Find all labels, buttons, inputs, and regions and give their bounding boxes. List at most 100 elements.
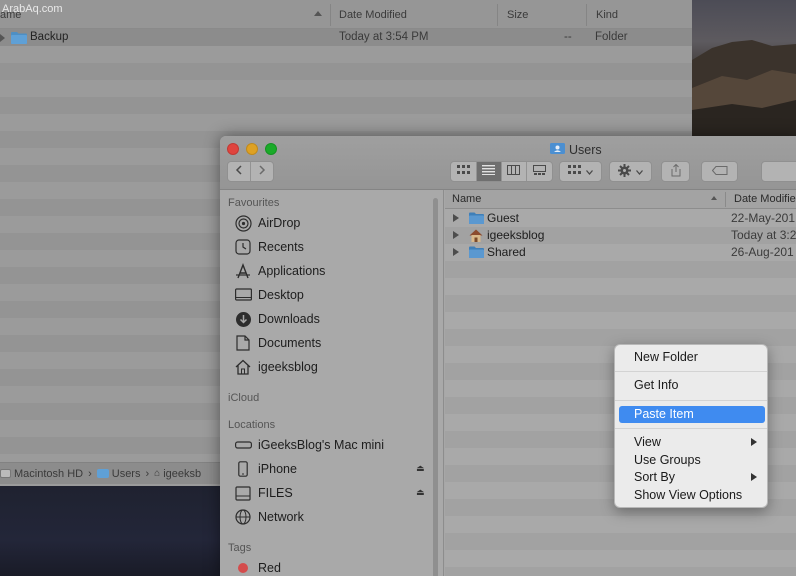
menu-item-get-info[interactable]: Get Info [619, 377, 765, 394]
column-size[interactable]: Size [507, 9, 528, 21]
watermark: ArabAq.com [2, 3, 63, 15]
sidebar-item-network[interactable]: Network [234, 506, 304, 528]
background-row-backup[interactable]: Backup Today at 3:54 PM -- Folder [0, 29, 692, 46]
row-date: Today at 3:54 PM [339, 31, 429, 43]
sidebar-item-iphone[interactable]: iPhone [234, 458, 297, 480]
path-item-users[interactable]: Users [96, 468, 140, 480]
column-header-date-modified[interactable]: Date Modified [734, 193, 796, 205]
row-size: -- [564, 31, 572, 43]
minimize-button[interactable] [246, 143, 258, 155]
path-item-macintosh-hd[interactable]: Macintosh HD [0, 468, 83, 480]
path-chevron-icon: › [88, 467, 92, 480]
forward-button[interactable] [251, 162, 273, 181]
path-chevron-icon: › [145, 467, 150, 480]
desktop-icon [234, 286, 252, 304]
sidebar-item-downloads[interactable]: Downloads [234, 308, 320, 330]
path-item-igeeksblog[interactable]: ⌂ igeeksb [154, 468, 201, 480]
sidebar-item-igeeksblog[interactable]: igeeksblog [234, 356, 318, 378]
downloads-icon [234, 310, 252, 328]
column-header-name[interactable]: Name [452, 193, 481, 205]
sidebar-header-tags: Tags [228, 542, 252, 554]
window-title: Users [550, 142, 602, 157]
menu-separator [615, 371, 767, 372]
desktop-wallpaper-bottom [0, 486, 222, 576]
submenu-arrow-icon [751, 438, 757, 446]
list-row-igeeksblog[interactable]: igeeksblog Today at 3:2 [445, 227, 796, 244]
menu-item-use-groups[interactable]: Use Groups [619, 452, 765, 469]
sidebar: Favourites AirDrop Recents Applications … [220, 190, 444, 576]
disclosure-triangle-icon[interactable] [453, 214, 459, 222]
sidebar-item-desktop[interactable]: Desktop [234, 284, 304, 306]
network-icon [234, 508, 252, 526]
chevron-right-icon [258, 165, 266, 178]
row-date: 26-Aug-201 [731, 245, 794, 259]
home-icon: ⌂ [154, 468, 161, 479]
eject-icon[interactable]: ⏏ [416, 463, 425, 474]
gallery-view-button[interactable] [527, 162, 552, 181]
menu-item-show-view-options[interactable]: Show View Options [619, 487, 765, 504]
column-kind[interactable]: Kind [596, 9, 618, 21]
close-button[interactable] [227, 143, 239, 155]
disclosure-triangle-icon[interactable] [453, 248, 459, 256]
action-button[interactable] [609, 161, 652, 182]
disk-icon [0, 469, 11, 478]
eject-icon[interactable]: ⏏ [416, 487, 425, 498]
group-by-button[interactable] [559, 161, 602, 182]
gallery-icon [533, 165, 547, 178]
menu-separator [615, 400, 767, 401]
sidebar-item-documents[interactable]: Documents [234, 332, 321, 354]
list-header: Name Date Modified [445, 190, 796, 209]
row-name: Shared [487, 245, 526, 259]
share-button[interactable] [661, 161, 690, 182]
sidebar-item-airdrop[interactable]: AirDrop [234, 212, 300, 234]
list-row-guest[interactable]: Guest 22-May-201 [445, 210, 796, 227]
airdrop-icon [234, 214, 252, 232]
zoom-button[interactable] [265, 143, 277, 155]
back-forward-control [227, 161, 274, 182]
sidebar-scrollbar[interactable] [433, 198, 438, 576]
sidebar-item-recents[interactable]: Recents [234, 236, 304, 258]
disclosure-triangle-icon[interactable] [0, 34, 5, 42]
column-date-modified[interactable]: Date Modified [339, 9, 407, 21]
context-menu: New Folder Get Info Paste Item View Use … [614, 344, 768, 508]
share-icon [670, 163, 682, 180]
row-name: Guest [487, 211, 520, 225]
gear-icon [618, 163, 631, 180]
menu-item-new-folder[interactable]: New Folder [619, 349, 765, 366]
titlebar: Users [220, 136, 796, 190]
sidebar-item-tag-red[interactable]: Red [234, 557, 281, 576]
sidebar-item-mac-mini[interactable]: iGeeksBlog's Mac mini [234, 434, 384, 456]
submenu-arrow-icon [751, 473, 757, 481]
disclosure-triangle-icon[interactable] [453, 231, 459, 239]
menu-item-sort-by[interactable]: Sort By [619, 469, 765, 486]
home-icon [234, 358, 252, 376]
desktop-wallpaper [692, 0, 796, 138]
sidebar-item-applications[interactable]: Applications [234, 260, 325, 282]
back-button[interactable] [228, 162, 251, 181]
sidebar-header-icloud: iCloud [228, 392, 260, 404]
chevron-down-icon [586, 166, 593, 178]
edit-tags-button[interactable] [701, 161, 738, 182]
icon-grid-icon [456, 165, 470, 178]
home-icon [469, 229, 483, 245]
row-date: 22-May-201 [731, 211, 796, 225]
documents-icon [234, 334, 252, 352]
sidebar-item-files[interactable]: FILES [234, 482, 293, 504]
folder-icon [469, 212, 484, 227]
list-row-shared[interactable]: Shared 26-Aug-201 [445, 244, 796, 261]
sidebar-header-locations: Locations [228, 419, 276, 431]
row-kind: Folder [595, 31, 628, 43]
applications-icon [234, 262, 252, 280]
search-field[interactable] [761, 161, 796, 182]
chevron-down-icon [636, 166, 643, 178]
row-date: Today at 3:2 [731, 228, 796, 242]
iphone-icon [234, 460, 252, 478]
menu-item-paste-item[interactable]: Paste Item [619, 406, 765, 423]
clock-icon [234, 238, 252, 256]
list-view-button[interactable] [476, 162, 502, 181]
view-mode-control [450, 161, 553, 182]
menu-item-view[interactable]: View [619, 434, 765, 451]
column-view-button[interactable] [502, 162, 528, 181]
mac-mini-icon [234, 436, 252, 454]
icon-view-button[interactable] [451, 162, 477, 181]
